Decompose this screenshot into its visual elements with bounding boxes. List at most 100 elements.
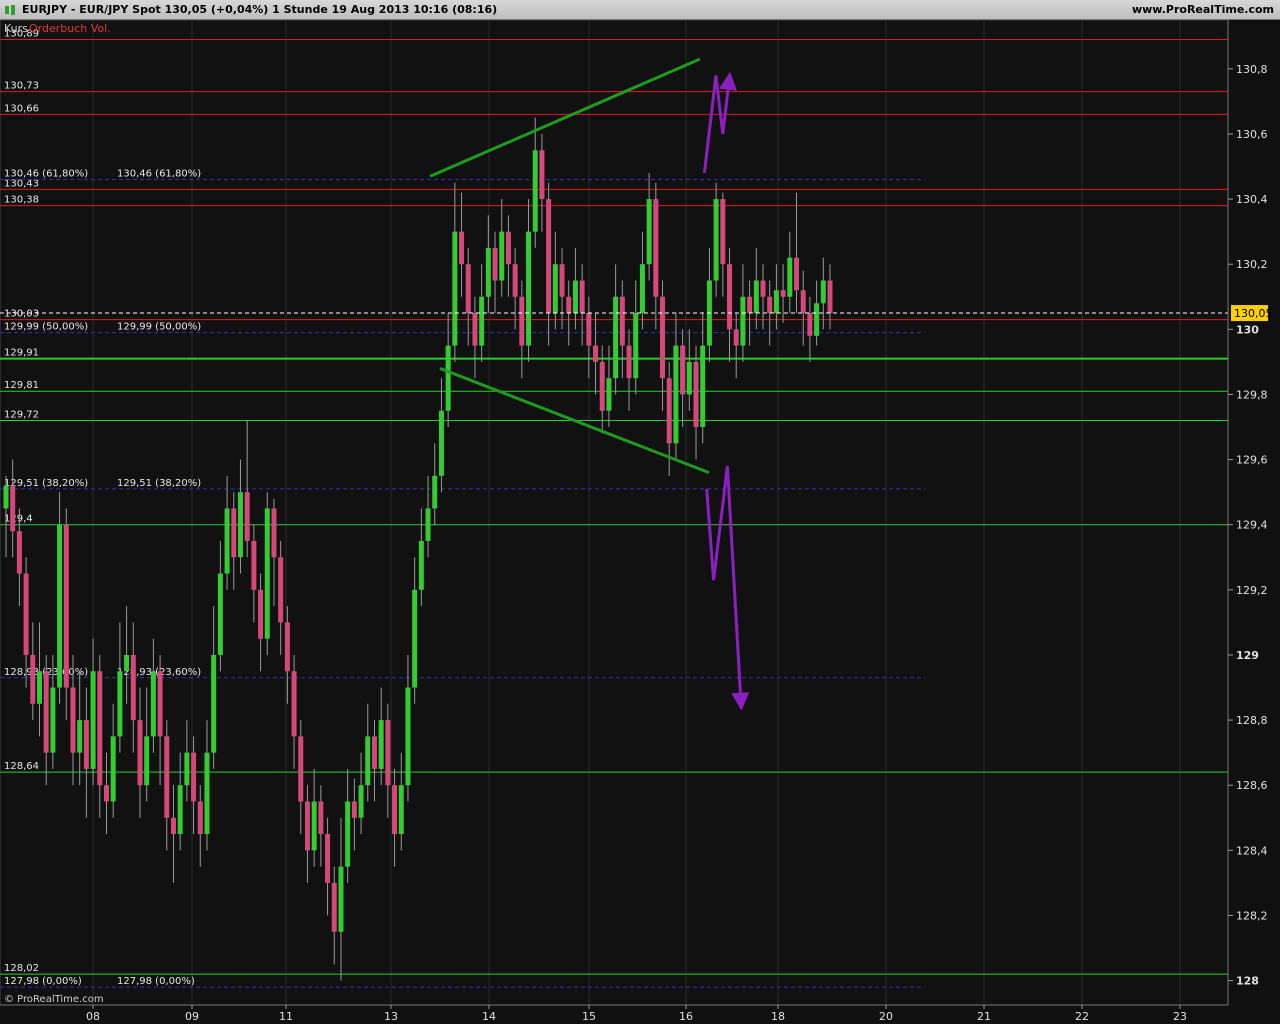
candle-body: [633, 313, 639, 379]
candle-body: [438, 410, 444, 476]
candle-body: [639, 264, 645, 314]
price-chart[interactable]: 130,89130,73130,66130,43130,38130,03129,…: [0, 20, 1280, 1024]
candle-body: [499, 231, 505, 281]
candle-body: [445, 345, 451, 411]
y-tick-label: 129,6: [1236, 454, 1268, 467]
candle-body: [50, 687, 56, 753]
candle-body: [613, 296, 619, 379]
candle-body: [767, 296, 773, 314]
candle-body: [70, 687, 76, 753]
candle-body: [700, 345, 706, 428]
level-label: 130,73: [4, 81, 39, 92]
candle-body: [211, 654, 217, 753]
candle-body: [566, 296, 572, 314]
x-tick-label: 18: [771, 1010, 785, 1023]
candle-body: [552, 264, 558, 314]
candle-body: [800, 290, 806, 314]
candle-body: [392, 785, 398, 835]
level-label: 129,4: [4, 514, 33, 525]
fib-label: 127,98 (0,00%): [117, 976, 195, 987]
candle-body: [90, 671, 96, 769]
x-tick-label: 09: [185, 1010, 199, 1023]
last-price-label: 130,05: [1234, 307, 1273, 320]
candle-body: [814, 303, 820, 336]
copyright: © ProRealTime.com: [4, 994, 104, 1005]
y-tick-label: 129: [1236, 649, 1259, 662]
level-label: 130,66: [4, 103, 39, 114]
candle-body: [311, 801, 317, 851]
candle-body: [83, 720, 89, 769]
candle-body: [30, 654, 36, 704]
candle-body: [532, 150, 538, 232]
candle-body: [459, 231, 465, 265]
candle-body: [304, 801, 310, 851]
candle-body: [418, 540, 424, 590]
fib-label: 127,98 (0,00%): [4, 976, 82, 987]
candle-body: [291, 671, 297, 737]
candle-body: [124, 654, 130, 672]
candle-body: [526, 231, 532, 346]
candle-body: [425, 508, 431, 541]
candle-body: [144, 736, 150, 786]
candle-body: [653, 199, 659, 297]
candle-body: [378, 720, 384, 769]
x-tick-label: 08: [86, 1010, 100, 1023]
candle-body: [371, 736, 377, 769]
fib-label: 129,99 (50,00%): [4, 322, 88, 333]
candle-body: [760, 280, 766, 297]
y-tick-label: 129,4: [1236, 519, 1268, 532]
fib-label: 130,46 (61,80%): [117, 169, 201, 180]
candle-body: [191, 752, 197, 802]
candle-body: [733, 329, 739, 346]
candle-body: [773, 290, 779, 314]
candle-body: [452, 231, 458, 346]
candle-body: [331, 882, 337, 932]
candle-body: [36, 671, 42, 704]
candle-body: [244, 492, 250, 541]
candle-body: [97, 671, 103, 786]
level-label: 129,81: [4, 380, 39, 391]
y-tick-label: 128,8: [1236, 714, 1268, 727]
candle-body: [10, 485, 16, 532]
candle-body: [465, 264, 471, 314]
legend-kurs: Kurs: [4, 22, 28, 35]
candle-body: [492, 247, 498, 281]
site-link[interactable]: www.ProRealTime.com: [1132, 3, 1274, 16]
candle-body: [365, 736, 371, 786]
candle-body: [184, 752, 190, 786]
candle-body: [231, 508, 237, 558]
candle-body: [820, 280, 826, 304]
level-label: 129,91: [4, 348, 39, 359]
candle-body: [693, 361, 699, 428]
candle-body: [298, 736, 304, 802]
candle-body: [505, 231, 511, 265]
candle-body: [606, 378, 612, 411]
candle-body: [398, 785, 404, 835]
candle-body: [646, 199, 652, 265]
candle-body: [727, 264, 733, 330]
candle-body: [137, 720, 143, 786]
x-tick-label: 13: [384, 1010, 398, 1023]
candle-body: [586, 313, 592, 346]
x-tick-label: 22: [1075, 1010, 1089, 1023]
x-tick-label: 23: [1173, 1010, 1187, 1023]
level-label: 130,38: [4, 195, 39, 206]
candle-body: [794, 257, 800, 291]
y-tick-label: 129,8: [1236, 388, 1268, 401]
y-tick-label: 129,2: [1236, 584, 1268, 597]
window-title: EURJPY - EUR/JPY Spot 130,05 (+0,04%) 1 …: [22, 3, 498, 16]
candle-body: [660, 296, 666, 379]
candle-body: [519, 296, 525, 346]
candle-body: [204, 752, 210, 835]
candle-body: [539, 150, 545, 200]
candle-body: [103, 785, 109, 802]
x-tick-label: 15: [582, 1010, 596, 1023]
candle-body: [432, 475, 438, 509]
candle-body: [559, 264, 565, 297]
candle-body: [807, 313, 813, 336]
candle-body: [157, 671, 163, 737]
candle-body: [747, 296, 753, 314]
candle-body: [780, 290, 786, 297]
candle-body: [405, 687, 411, 786]
candle-body: [686, 361, 692, 395]
